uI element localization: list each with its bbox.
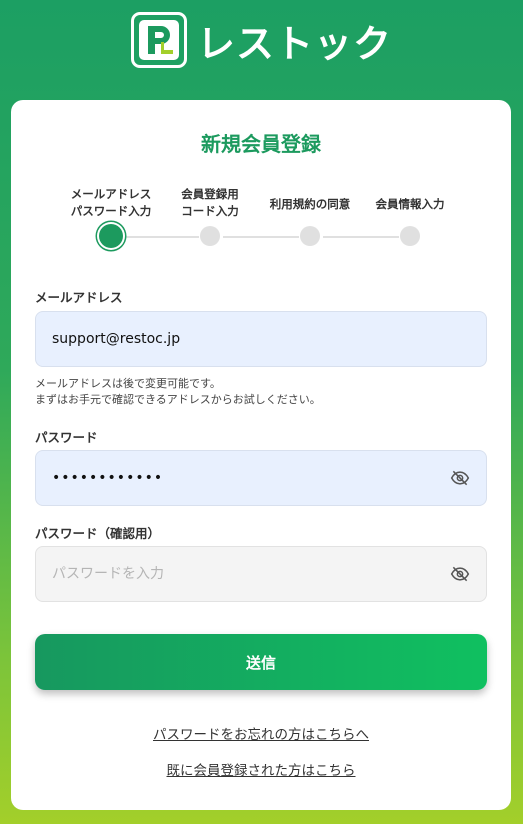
brand-header: レストック	[0, 10, 523, 70]
step-connector-3	[323, 236, 399, 238]
step-dot-3	[300, 226, 320, 246]
step-label-4-line1: 会員情報入力	[375, 197, 445, 211]
forgot-password-link[interactable]: パスワードをお忘れの方はこちらへ	[11, 723, 511, 743]
step-label-4: 会員情報入力	[376, 196, 445, 213]
step-label-1: メールアドレス パスワード入力	[71, 186, 152, 220]
step-connector-2	[223, 236, 299, 238]
email-label: メールアドレス	[35, 290, 123, 305]
step-dot-4	[400, 226, 420, 246]
step-label-2-line1: 会員登録用	[181, 187, 239, 201]
email-hint-line2: まずはお手元で確認できるアドレスからお試しください。	[35, 393, 321, 406]
brand-name: レストック	[196, 21, 392, 66]
step-connector-1	[123, 236, 199, 238]
email-field-wrapper	[35, 311, 487, 367]
email-hint: メールアドレスは後で変更可能です。 まずはお手元で確認できるアドレスからお試しく…	[35, 376, 321, 408]
email-field[interactable]	[52, 331, 470, 347]
password-confirm-field[interactable]	[52, 566, 450, 582]
parking-p-logo-icon	[130, 12, 187, 68]
login-link[interactable]: 既に会員登録された方はこちら	[11, 759, 511, 779]
step-dot-2	[200, 226, 220, 246]
eye-slash-icon[interactable]	[450, 564, 470, 584]
step-dot-1-active	[99, 224, 123, 248]
step-label-1-line2: パスワード入力	[70, 204, 152, 218]
step-indicator: メールアドレス パスワード入力 会員登録用 コード入力 利用規約の同意 会員情報…	[11, 186, 511, 256]
email-hint-line1: メールアドレスは後で変更可能です。	[35, 377, 221, 390]
password-confirm-label: パスワード（確認用）	[35, 526, 161, 541]
password-confirm-field-wrapper	[35, 546, 487, 602]
step-label-3-line1: 利用規約の同意	[269, 197, 351, 211]
register-card: 新規会員登録 メールアドレス パスワード入力 会員登録用 コード入力 利用規約の…	[11, 100, 511, 810]
eye-slash-icon[interactable]	[450, 468, 470, 488]
password-field[interactable]	[52, 470, 450, 486]
page-title: 新規会員登録	[201, 132, 321, 156]
step-label-1-line1: メールアドレス	[70, 187, 152, 201]
submit-button[interactable]: 送信	[35, 634, 487, 690]
step-label-2-line2: コード入力	[181, 204, 239, 218]
password-field-wrapper	[35, 450, 487, 506]
password-label: パスワード	[35, 430, 98, 445]
step-label-2: 会員登録用 コード入力	[181, 186, 239, 220]
step-label-3: 利用規約の同意	[270, 196, 351, 213]
